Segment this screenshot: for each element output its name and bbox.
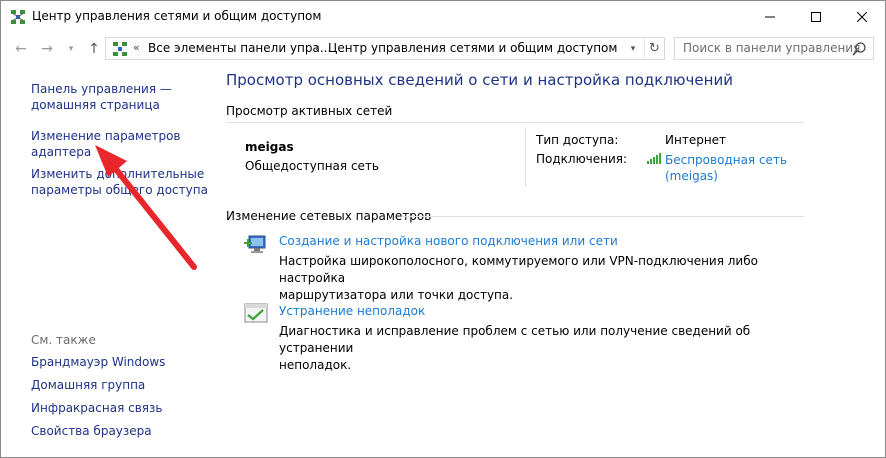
see-also-internet-options-link[interactable]: Свойства браузера xyxy=(31,423,152,439)
search-placeholder: Поиск в панели управления xyxy=(683,41,861,55)
network-center-icon xyxy=(11,10,25,24)
close-icon xyxy=(857,11,867,22)
search-icon[interactable] xyxy=(851,41,867,57)
setup-new-connection-link[interactable]: Создание и настройка нового подключения … xyxy=(279,234,618,248)
troubleshoot-icon xyxy=(244,303,268,323)
link-line: домашняя страница xyxy=(31,98,160,112)
arrow-up-icon: ↑ xyxy=(88,41,100,57)
maximize-button[interactable] xyxy=(793,1,839,32)
connections-label: Подключения: xyxy=(536,152,628,166)
refresh-button[interactable]: ↻ xyxy=(644,39,664,58)
setup-new-connection-description: Настройка широкополосного, коммутируемог… xyxy=(279,253,779,304)
breadcrumb-separator[interactable]: › xyxy=(315,41,319,54)
active-networks-heading: Просмотр активных сетей xyxy=(226,104,393,118)
title-bar[interactable]: Центр управления сетями и общим доступом xyxy=(1,1,885,32)
link-line: адаптера xyxy=(31,145,92,159)
network-divider xyxy=(525,127,526,187)
navigation-bar: ← → ▾ ↑ « Все элементы панели упра... › … xyxy=(1,32,885,66)
access-type-value: Интернет xyxy=(665,133,727,147)
search-input[interactable]: Поиск в панели управления xyxy=(674,37,874,60)
minimize-button[interactable] xyxy=(747,1,793,32)
forward-button[interactable]: → xyxy=(37,39,57,59)
section-divider xyxy=(402,216,804,217)
breadcrumb-network-center[interactable]: Центр управления сетями и общим доступом xyxy=(328,41,617,55)
advanced-sharing-settings-link[interactable]: Изменить дополнительные параметры общего… xyxy=(31,166,208,198)
link-line: Беспроводная сеть xyxy=(665,153,788,167)
network-name: meigas xyxy=(245,140,294,154)
recent-locations-button[interactable]: ▾ xyxy=(61,39,81,59)
section-divider xyxy=(226,122,804,123)
close-button[interactable] xyxy=(839,1,885,32)
network-center-icon xyxy=(113,42,127,56)
change-settings-heading: Изменение сетевых параметров xyxy=(226,209,432,223)
access-type-label: Тип доступа: xyxy=(536,133,619,147)
link-line: (meigas) xyxy=(665,169,718,183)
up-button[interactable]: ↑ xyxy=(84,39,104,59)
change-adapter-settings-link[interactable]: Изменение параметров адаптера xyxy=(31,128,181,160)
page-title: Просмотр основных сведений о сети и наст… xyxy=(226,71,733,89)
maximize-icon xyxy=(811,11,821,22)
see-also-heading: См. также xyxy=(31,333,96,347)
breadcrumb-overflow[interactable]: « xyxy=(133,41,140,54)
troubleshoot-description: Диагностика и исправление проблем с сеть… xyxy=(279,323,779,374)
minimize-icon xyxy=(765,16,775,17)
wireless-connection-link[interactable]: Беспроводная сеть (meigas) xyxy=(665,152,787,184)
address-bar[interactable]: « Все элементы панели упра... › Центр уп… xyxy=(105,37,665,60)
see-also-firewall-link[interactable]: Брандмауэр Windows xyxy=(31,354,165,370)
breadcrumb-all-items[interactable]: Все элементы панели упра... xyxy=(148,41,331,55)
new-connection-icon xyxy=(244,235,266,253)
link-line: Изменить дополнительные xyxy=(31,167,205,181)
see-also-homegroup-link[interactable]: Домашняя группа xyxy=(31,377,145,393)
troubleshoot-link[interactable]: Устранение неполадок xyxy=(279,304,425,318)
link-line: параметры общего доступа xyxy=(31,183,208,197)
back-button[interactable]: ← xyxy=(11,39,31,59)
description-line: неполадок. xyxy=(279,358,352,372)
control-panel-window: Центр управления сетями и общим доступом… xyxy=(0,0,886,458)
address-dropdown-button[interactable]: ▾ xyxy=(624,39,642,58)
description-line: Диагностика и исправление проблем с сеть… xyxy=(279,324,751,355)
arrow-right-icon: → xyxy=(41,41,53,57)
link-line: Панель управления — xyxy=(31,82,172,96)
arrow-left-icon: ← xyxy=(15,41,27,57)
see-also-infrared-link[interactable]: Инфракрасная связь xyxy=(31,400,162,416)
link-line: Изменение параметров xyxy=(31,129,181,143)
description-line: Настройка широкополосного, коммутируемог… xyxy=(279,254,758,285)
window-title: Центр управления сетями и общим доступом xyxy=(32,9,322,23)
chevron-down-icon: ▾ xyxy=(68,44,74,54)
description-line: маршрутизатора или точки доступа. xyxy=(279,288,514,302)
wifi-signal-icon xyxy=(647,153,661,164)
control-panel-home-link[interactable]: Панель управления — домашняя страница xyxy=(31,81,172,113)
network-category: Общедоступная сеть xyxy=(245,159,379,173)
chevron-down-icon: ▾ xyxy=(630,43,636,54)
refresh-icon: ↻ xyxy=(649,41,660,56)
